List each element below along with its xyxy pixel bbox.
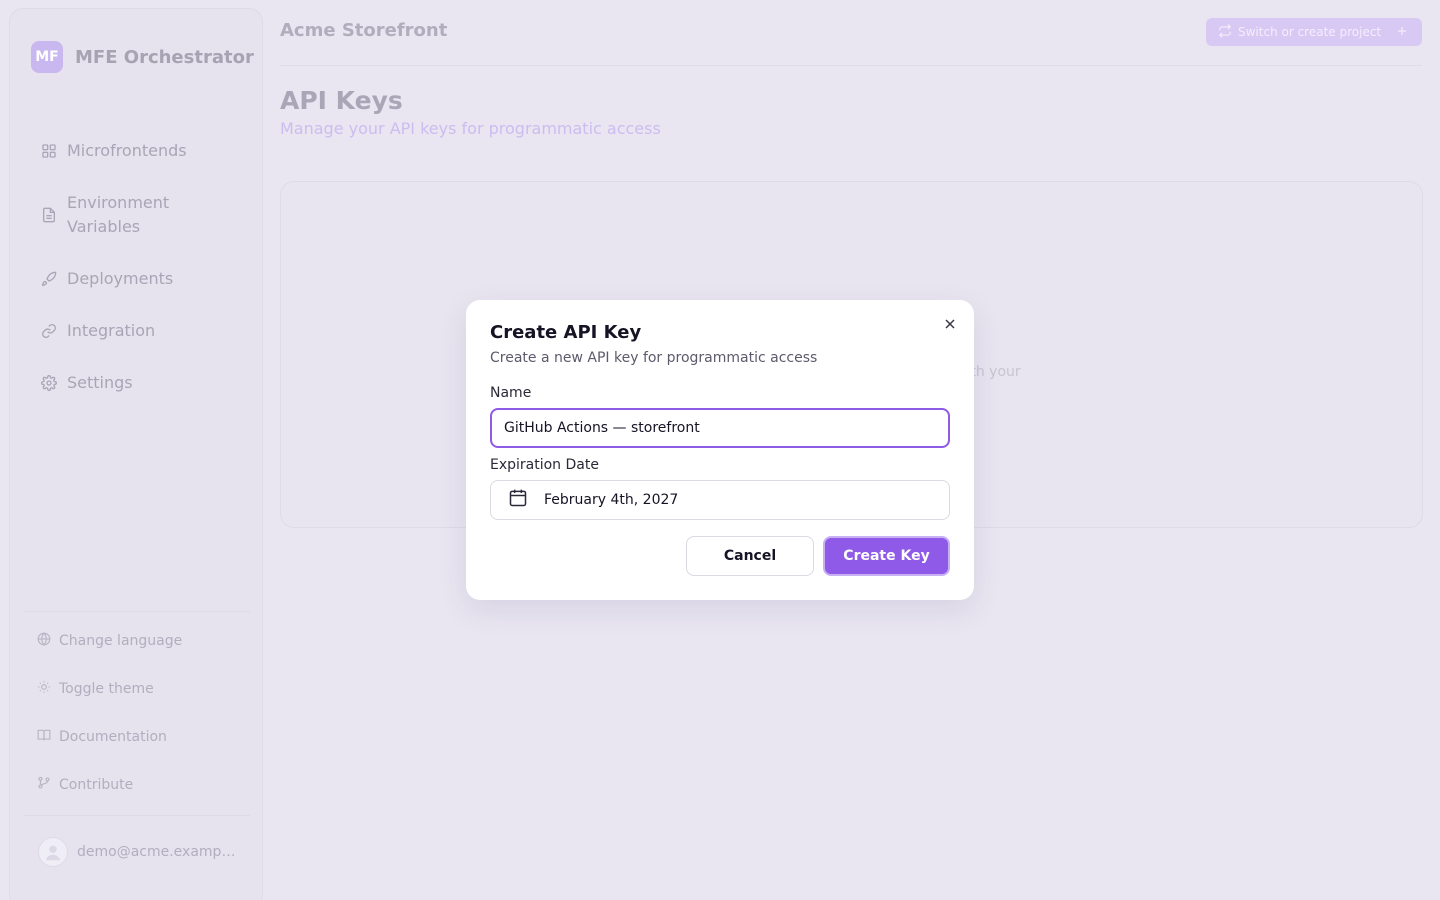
book-icon — [37, 728, 51, 746]
sidebar-utilities: Change language Toggle theme Documentati… — [37, 629, 247, 821]
avatar — [38, 837, 68, 867]
dialog-title: Create API Key — [490, 322, 642, 343]
sidebar-item-deployments[interactable]: Deployments — [40, 267, 250, 291]
change-language-label: Change language — [59, 633, 183, 649]
sidebar-item-settings[interactable]: Settings — [40, 371, 250, 395]
gear-icon — [40, 371, 58, 395]
create-api-key-dialog: Create API Key Create a new API key for … — [466, 300, 974, 600]
sidebar-item-label: Microfrontends — [67, 141, 187, 160]
git-branch-icon — [37, 776, 51, 794]
sidebar-nav: Microfrontends Environment Variables Dep… — [40, 139, 250, 423]
contribute-link[interactable]: Contribute — [37, 773, 247, 797]
switch-icon — [1218, 23, 1232, 41]
globe-icon — [37, 632, 51, 650]
close-icon[interactable] — [942, 316, 958, 332]
change-language-button[interactable]: Change language — [37, 629, 247, 653]
expiration-date-label: Expiration Date — [490, 457, 599, 473]
brand-logo: MF — [31, 41, 63, 73]
sidebar-item-label: Integration — [67, 321, 156, 340]
switch-project-label: Switch or create project — [1238, 25, 1382, 39]
sidebar-item-microfrontends[interactable]: Microfrontends — [40, 139, 250, 163]
sidebar-item-label: Environment Variables — [67, 193, 170, 236]
expiration-date-picker[interactable]: February 4th, 2027 — [490, 480, 950, 520]
rocket-icon — [40, 267, 58, 291]
contribute-label: Contribute — [59, 777, 134, 793]
page-title: API Keys — [280, 86, 403, 115]
dialog-description: Create a new API key for programmatic ac… — [490, 350, 818, 366]
sidebar-divider — [24, 815, 250, 816]
project-name: Acme Storefront — [280, 20, 448, 41]
name-input[interactable] — [490, 408, 950, 448]
name-label: Name — [490, 385, 532, 401]
page-subtitle: Manage your API keys for programmatic ac… — [280, 119, 661, 138]
expiration-date-value: February 4th, 2027 — [544, 492, 679, 508]
sidebar-item-environment-variables[interactable]: Environment Variables — [40, 191, 250, 239]
brand-name: MFE Orchestrator — [75, 46, 254, 68]
toggle-theme-label: Toggle theme — [59, 681, 154, 697]
calendar-icon — [508, 488, 528, 512]
user-email: demo@acme.example.com — [77, 844, 237, 860]
documentation-label: Documentation — [59, 729, 167, 745]
toggle-theme-button[interactable]: Toggle theme — [37, 677, 247, 701]
sun-icon — [37, 680, 51, 698]
brand[interactable]: MF MFE Orchestrator — [31, 41, 254, 73]
cancel-button[interactable]: Cancel — [686, 536, 814, 576]
sidebar-item-label: Deployments — [67, 269, 174, 288]
sidebar-item-integration[interactable]: Integration — [40, 319, 250, 343]
file-text-icon — [40, 191, 58, 239]
documentation-link[interactable]: Documentation — [37, 725, 247, 749]
app-root: MF MFE Orchestrator Microfrontends Envir… — [0, 0, 1440, 900]
link-icon — [40, 319, 58, 343]
sidebar-item-label: Settings — [67, 373, 133, 392]
header-divider — [280, 65, 1422, 66]
plus-icon — [1395, 24, 1409, 41]
sidebar-divider — [24, 611, 250, 612]
create-key-button[interactable]: Create Key — [823, 536, 950, 576]
user-menu[interactable]: demo@acme.example.com — [38, 837, 237, 867]
switch-project-button[interactable]: Switch or create project — [1206, 18, 1422, 46]
sidebar: MF MFE Orchestrator Microfrontends Envir… — [9, 8, 263, 900]
grid-icon — [40, 139, 58, 163]
